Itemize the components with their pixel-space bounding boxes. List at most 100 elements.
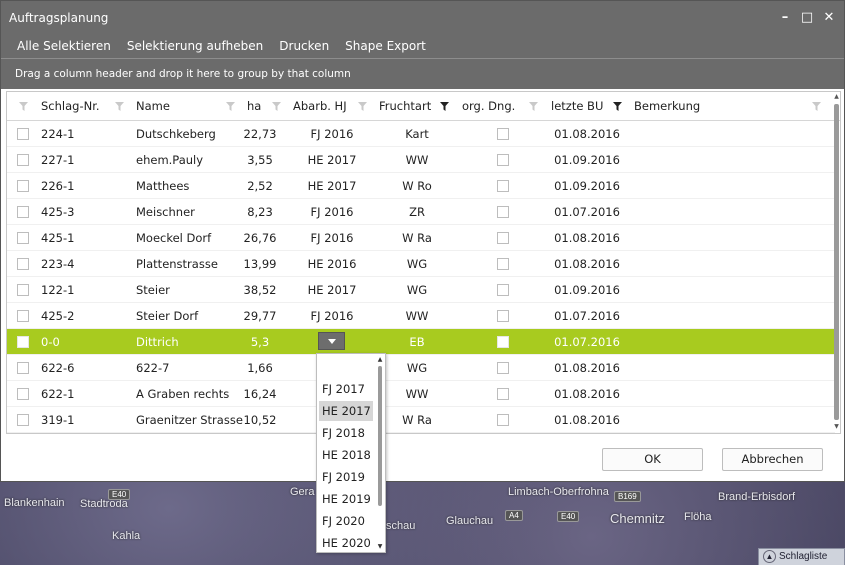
filter-icon[interactable] (529, 102, 538, 111)
grid-scrollbar[interactable]: ▲ ▼ (833, 92, 840, 433)
cell-name: Graenitzer Strasse (136, 413, 243, 427)
column-letzte-bu[interactable]: letzte BU (551, 92, 603, 120)
cell-abarb-hj[interactable]: FJ 2016 (291, 303, 373, 329)
org-dng-checkbox[interactable] (497, 128, 509, 140)
menu-shape-export[interactable]: Shape Export (337, 39, 434, 53)
org-dng-checkbox[interactable] (497, 258, 509, 270)
table-row[interactable]: 224-1 Dutschkeberg 22,73 FJ 2016 Kart 01.08.2… (7, 121, 835, 147)
org-dng-checkbox[interactable] (497, 362, 509, 374)
dropdown-option[interactable]: FJ 2020 (319, 511, 373, 531)
cell-abarb-hj[interactable]: FJ 2016 (291, 121, 373, 147)
dropdown-option[interactable]: FJ 2019 (319, 467, 373, 487)
column-bemerkung[interactable]: Bemerkung (634, 92, 700, 120)
row-select-checkbox[interactable] (17, 154, 29, 166)
row-select-checkbox[interactable] (17, 362, 29, 374)
table-row[interactable]: 0-0 Dittrich 5,3 EB 01.07.2016 (7, 329, 835, 355)
column-schlag-nr[interactable]: Schlag-Nr. (41, 92, 100, 120)
row-select-checkbox[interactable] (17, 388, 29, 400)
row-select-checkbox[interactable] (17, 310, 29, 322)
cell-abarb-hj[interactable]: HE 2017 (291, 173, 373, 199)
org-dng-checkbox[interactable] (497, 310, 509, 322)
filter-icon[interactable] (19, 102, 28, 111)
row-select-checkbox[interactable] (17, 180, 29, 192)
org-dng-checkbox[interactable] (497, 336, 509, 348)
dropdown-scrollbar[interactable]: ▲ ▼ (377, 354, 383, 552)
map-label: Kahla (112, 530, 141, 542)
minimize-icon[interactable]: – (774, 7, 796, 29)
map-label: Limbach-Oberfrohna (508, 486, 609, 498)
cell-abarb-hj[interactable]: HE 2017 (291, 147, 373, 173)
row-select-checkbox[interactable] (17, 206, 29, 218)
dropdown-option[interactable]: HE 2019 (319, 489, 373, 509)
row-select-checkbox[interactable] (17, 128, 29, 140)
table-row[interactable]: 425-1 Moeckel Dorf 26,76 FJ 2016 W Ra 01.08.2… (7, 225, 835, 251)
table-row[interactable]: 122-1 Steier 38,52 HE 2017 WG 01.09.2016 (7, 277, 835, 303)
org-dng-checkbox[interactable] (497, 414, 509, 426)
column-fruchtart[interactable]: Fruchtart (379, 92, 431, 120)
org-dng-checkbox[interactable] (497, 206, 509, 218)
dropdown-scroll-thumb[interactable] (378, 366, 382, 506)
cell-letzte-bu: 01.09.2016 (554, 153, 620, 167)
scroll-thumb[interactable] (834, 104, 839, 420)
row-select-checkbox[interactable] (17, 284, 29, 296)
column-name[interactable]: Name (136, 92, 170, 120)
table-row[interactable]: 223-4 Plattenstrasse 13,99 HE 2016 WG 01.08.2… (7, 251, 835, 277)
maximize-icon[interactable]: □ (796, 7, 818, 29)
close-icon[interactable]: ✕ (818, 7, 840, 29)
scroll-up-icon[interactable]: ▲ (377, 356, 383, 363)
org-dng-checkbox[interactable] (497, 388, 509, 400)
cell-name: Meischner (136, 205, 195, 219)
column-org-dng[interactable]: org. Dng. (462, 92, 515, 120)
cell-abarb-hj[interactable]: HE 2016 (291, 251, 373, 277)
cell-name: Dutschkeberg (136, 127, 216, 141)
table-row[interactable]: 622-1A Graben rechts16,24FWW01.08.2016 (7, 381, 835, 407)
column-abarb-hj[interactable]: Abarb. HJ (293, 92, 347, 120)
table-row[interactable]: 425-3 Meischner 8,23 FJ 2016 ZR 01.07.2016 (7, 199, 835, 225)
row-select-checkbox[interactable] (17, 258, 29, 270)
table-row[interactable]: 622-6 622-7 1,66 WG 01.08.2016 (7, 355, 835, 381)
map-label: Flöha (684, 511, 712, 523)
hj-dropdown-toggle[interactable] (318, 332, 345, 350)
cell-letzte-bu: 01.07.2016 (554, 205, 620, 219)
table-row[interactable]: 319-1Graenitzer Strasse10,52HW Ra01.08.2… (7, 407, 835, 433)
filter-active-icon[interactable] (440, 102, 449, 111)
menu-deselect[interactable]: Selektierung aufheben (119, 39, 271, 53)
data-grid: Schlag-Nr. Name ha Abarb. HJ Fruchtart o… (6, 91, 841, 434)
row-select-checkbox[interactable] (17, 414, 29, 426)
table-row[interactable]: 425-2 Steier Dorf 29,77 FJ 2016 WW 01.07.2016 (7, 303, 835, 329)
cell-abarb-hj[interactable]: HE 2017 (291, 277, 373, 303)
scroll-down-icon[interactable]: ▼ (377, 543, 383, 550)
filter-active-icon[interactable] (613, 102, 622, 111)
road-badge: E40 (108, 489, 131, 500)
dropdown-option[interactable]: HE 2018 (319, 445, 373, 465)
org-dng-checkbox[interactable] (497, 180, 509, 192)
row-select-checkbox[interactable] (17, 232, 29, 244)
scroll-up-icon[interactable]: ▲ (833, 93, 840, 101)
cell-abarb-hj[interactable]: FJ 2016 (291, 225, 373, 251)
schlagliste-tab[interactable]: ▲ Schlagliste (758, 548, 845, 565)
dropdown-option[interactable]: HE 2017 (319, 401, 373, 421)
row-select-checkbox[interactable] (17, 336, 29, 348)
dropdown-option[interactable]: HE 2020 (319, 533, 373, 552)
filter-icon[interactable] (226, 102, 235, 111)
dropdown-option[interactable]: FJ 2018 (319, 423, 373, 443)
filter-icon[interactable] (358, 102, 367, 111)
table-row[interactable]: 226-1 Matthees 2,52 HE 2017 W Ro 01.09.2016 (7, 173, 835, 199)
org-dng-checkbox[interactable] (497, 232, 509, 244)
cancel-button[interactable]: Abbrechen (722, 448, 823, 471)
table-row[interactable]: 227-1 ehem.Pauly 3,55 HE 2017 WW 01.09.2016 (7, 147, 835, 173)
cell-abarb-hj[interactable]: FJ 2016 (291, 199, 373, 225)
dropdown-option[interactable]: FJ 2017 (319, 379, 373, 399)
org-dng-checkbox[interactable] (497, 154, 509, 166)
filter-icon[interactable] (115, 102, 124, 111)
ok-button[interactable]: OK (602, 448, 703, 471)
filter-icon[interactable] (812, 102, 821, 111)
column-ha[interactable]: ha (247, 92, 261, 120)
org-dng-checkbox[interactable] (497, 284, 509, 296)
scroll-down-icon[interactable]: ▼ (833, 423, 840, 431)
group-drop-area[interactable]: Drag a column header and drop it here to… (1, 58, 844, 89)
menu-print[interactable]: Drucken (271, 39, 337, 53)
hj-dropdown-list: ▲ ▼ FJ 2017 HE 2017 FJ 2018 HE 2018 FJ 2019 H… (316, 353, 386, 553)
filter-icon[interactable] (272, 102, 281, 111)
menu-select-all[interactable]: Alle Selektieren (9, 39, 119, 53)
